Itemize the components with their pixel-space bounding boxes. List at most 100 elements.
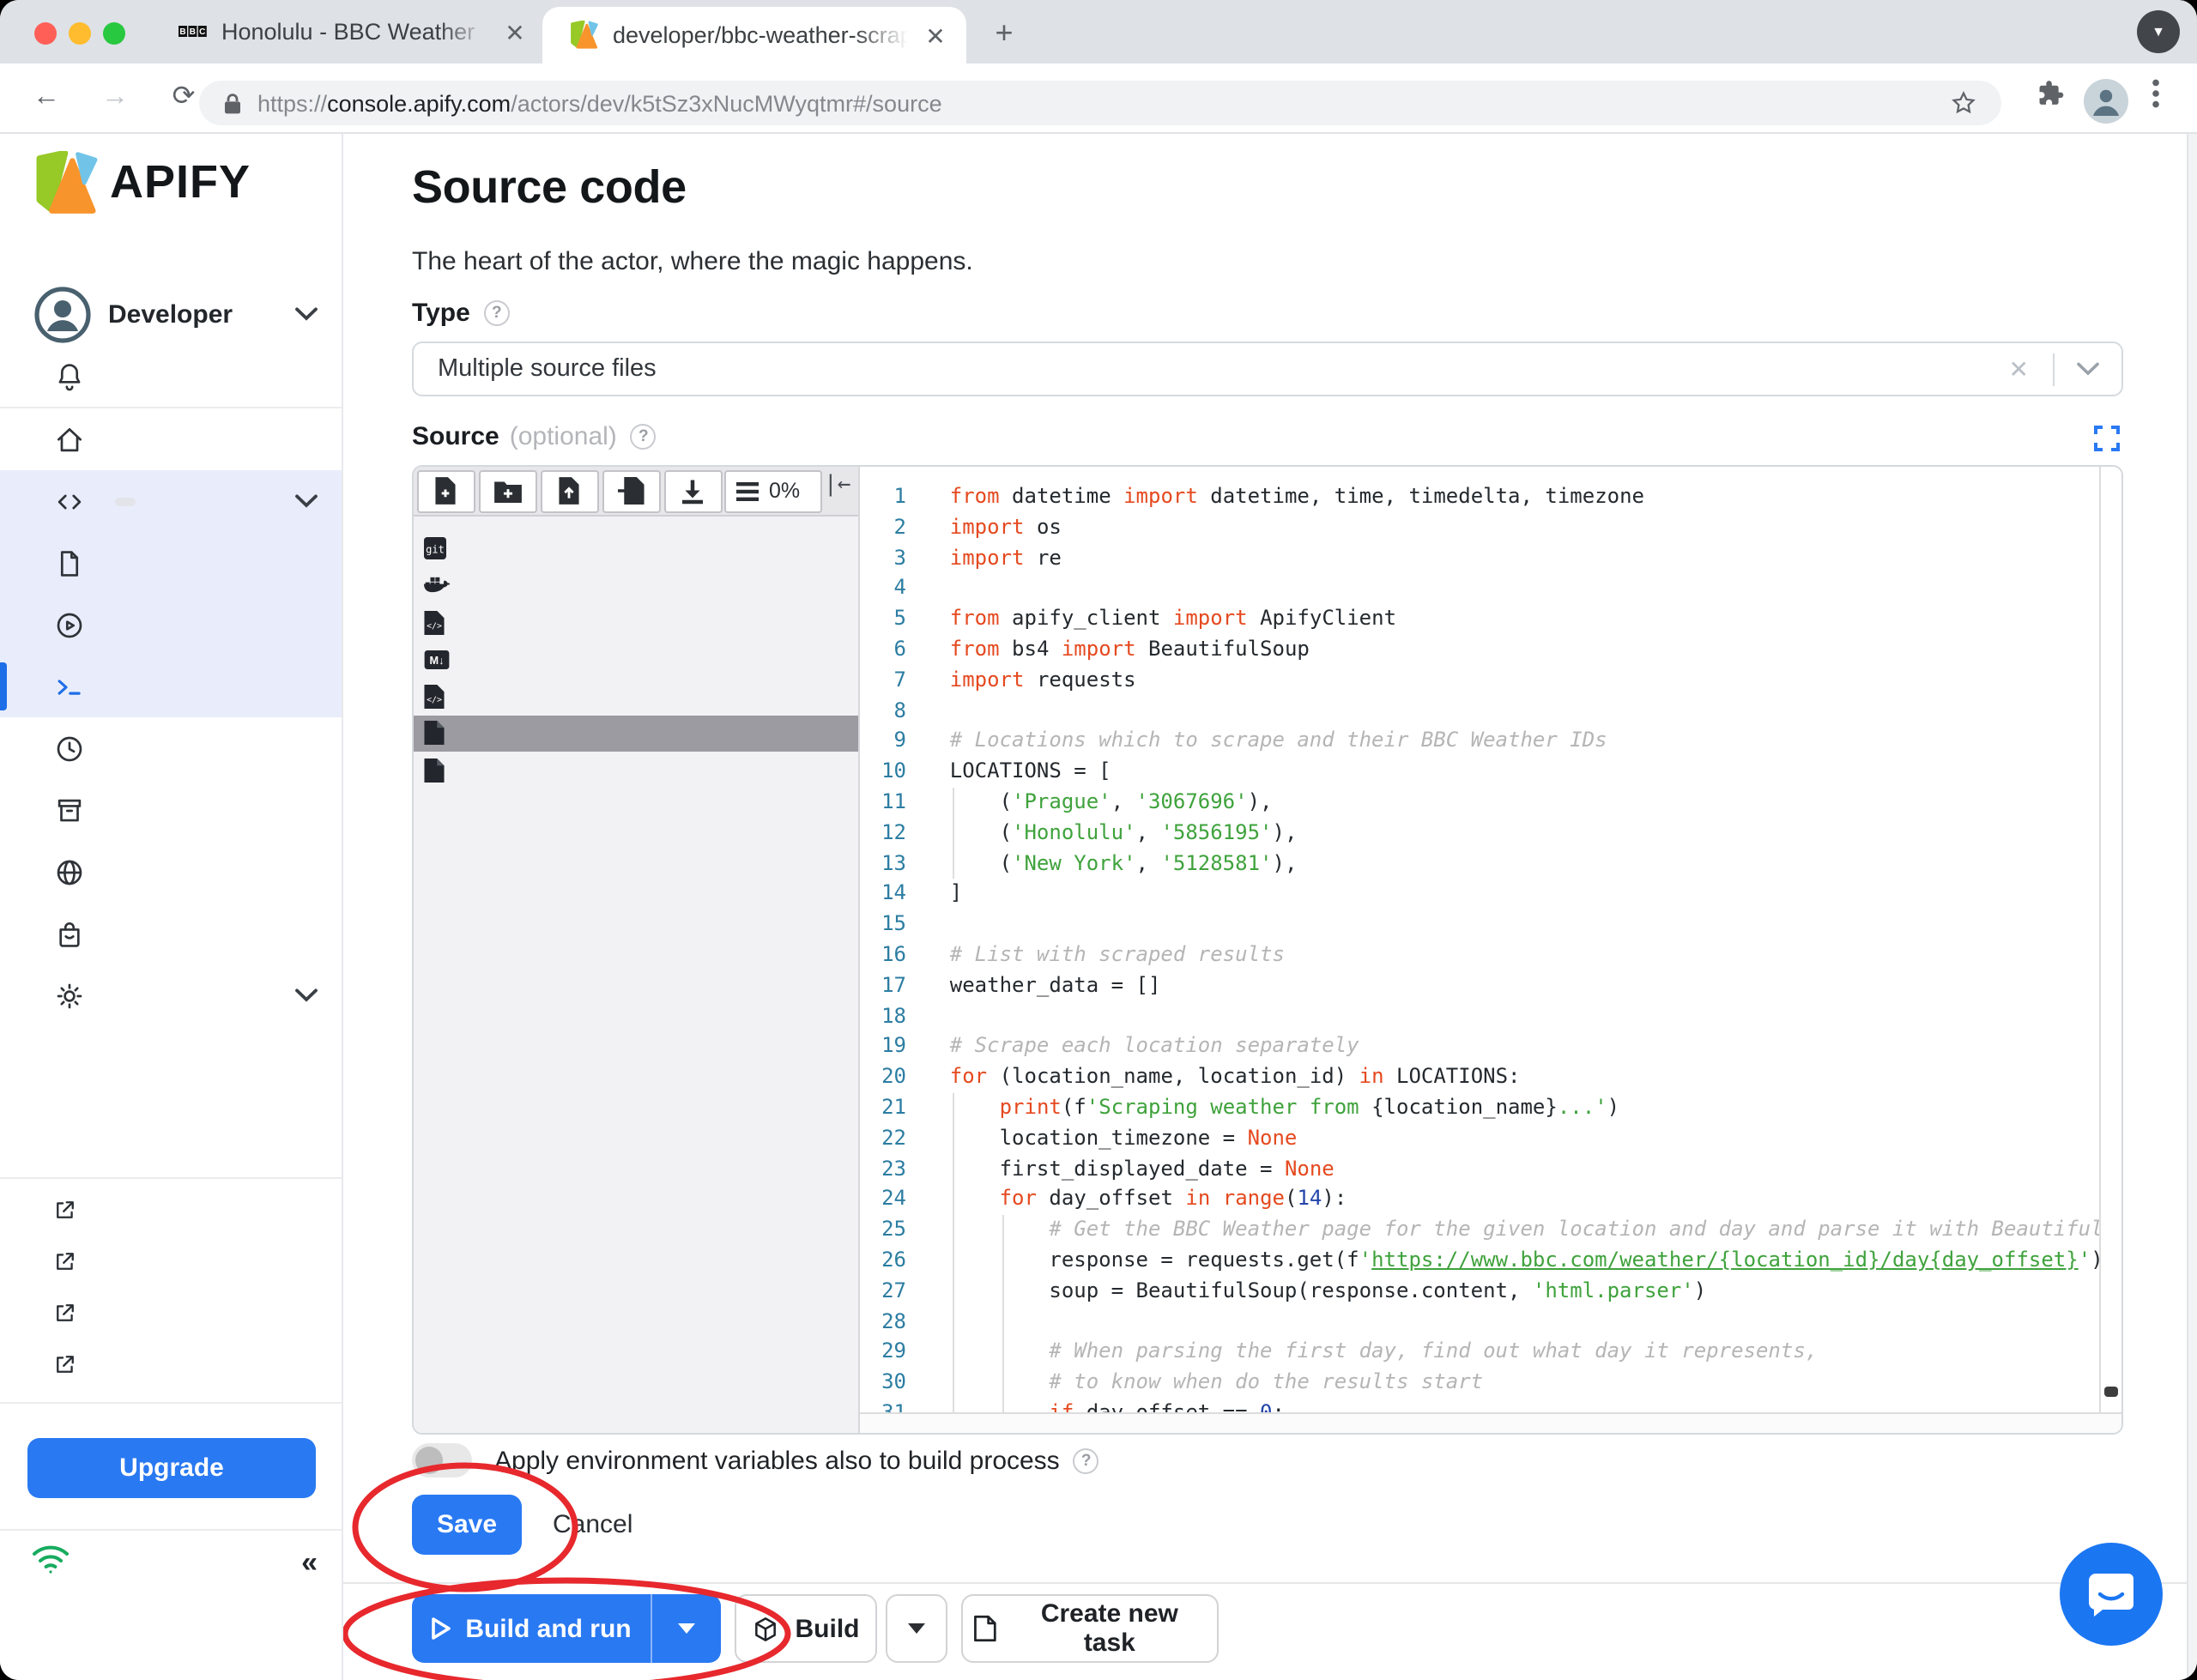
source-code-editor: 0% |← git </> M↓ </> 1 from datetime imp…	[412, 465, 2123, 1435]
tab-apify-console[interactable]: developer/bbc-weather-scrape ✕	[542, 7, 966, 63]
bookmark-star-icon[interactable]	[1950, 89, 1977, 117]
upload-file-button[interactable]	[540, 469, 598, 512]
sidebar-item-actors[interactable]	[0, 470, 342, 532]
window-menu-icon[interactable]: ▼	[2137, 10, 2180, 53]
file-item-INPUT_SCHEMA.json[interactable]: </>	[414, 604, 858, 641]
collapse-file-panel-icon[interactable]: |←	[824, 472, 850, 498]
sidebar-item-proxy[interactable]	[0, 841, 342, 903]
line-number: 14	[881, 880, 906, 905]
collapse-sidebar-button[interactable]: «	[301, 1545, 318, 1580]
editor-zoom-control[interactable]: 0%	[724, 469, 822, 512]
external-link-icon	[53, 1248, 77, 1279]
clear-select-icon[interactable]: ✕	[2009, 354, 2029, 384]
file-item-main.py[interactable]	[414, 715, 858, 752]
code-line-6: 6 from bs4 import BeautifulSoup	[860, 635, 2099, 666]
sidebar-item-custom-solutions[interactable]	[0, 903, 342, 964]
build-dropdown-button[interactable]	[886, 1594, 947, 1663]
apify-favicon-icon	[570, 21, 599, 50]
sidebar-item-settings[interactable]	[0, 964, 342, 1026]
page-scrollbar[interactable]	[2187, 134, 2197, 1680]
browser-menu-dots-icon[interactable]	[2152, 79, 2159, 108]
import-file-button[interactable]	[602, 469, 660, 512]
file-item-requirements.txt[interactable]	[414, 752, 858, 789]
code-line-14: 14]	[860, 879, 2099, 910]
code-line-23: 23 first_displayed_date = None	[860, 1154, 2099, 1185]
new-file-button[interactable]	[416, 469, 475, 512]
env-variables-toggle[interactable]	[412, 1443, 472, 1478]
cancel-button[interactable]: Cancel	[542, 1495, 643, 1555]
line-number: 25	[881, 1217, 906, 1242]
build-button[interactable]: Build	[735, 1594, 877, 1663]
page-title: Source code	[412, 161, 687, 213]
create-new-task-button[interactable]: Create new task	[961, 1594, 1219, 1663]
browser-avatar[interactable]	[2084, 79, 2128, 124]
line-number: 29	[881, 1339, 906, 1363]
gear-icon	[51, 978, 86, 1012]
apify-logo-icon	[34, 149, 100, 225]
fullscreen-expand-icon[interactable]	[2094, 426, 2120, 451]
sidebar-link-documentation[interactable]	[0, 1238, 342, 1290]
close-tab-icon[interactable]: ✕	[922, 23, 949, 47]
tab-bbc-weather[interactable]: BBC Honolulu - BBC Weather ✕	[179, 0, 529, 63]
file-item-Dockerfile[interactable]	[414, 567, 858, 604]
line-number: 31	[881, 1399, 906, 1412]
close-tab-icon[interactable]: ✕	[501, 20, 529, 44]
forward-button[interactable]: →	[96, 79, 134, 117]
external-link-icon	[53, 1351, 77, 1382]
editor-horizontal-scrollbar[interactable]	[860, 1412, 2121, 1433]
apify-logo[interactable]: APIFY	[0, 134, 342, 232]
sidebar-link-my-public-profile[interactable]	[0, 1341, 342, 1393]
sidebar-item-dashboard[interactable]	[0, 408, 342, 470]
sidebar-link-help-center[interactable]	[0, 1290, 342, 1341]
sidebar-link-apify-com[interactable]	[0, 1187, 342, 1238]
account-switcher[interactable]: Developer	[0, 283, 342, 345]
build-and-run-button[interactable]: Build and run	[412, 1594, 651, 1663]
indent-guide	[952, 1245, 954, 1277]
file-item-README.md[interactable]: M↓	[414, 641, 858, 678]
download-button[interactable]	[663, 469, 722, 512]
source-type-select[interactable]: Multiple source files ✕	[412, 341, 2123, 396]
build-and-run-dropdown-button[interactable]	[651, 1594, 721, 1663]
file-item-.gitignore[interactable]: git	[414, 530, 858, 567]
code-line-16: 16 # List with scraped results	[860, 940, 2099, 971]
bell-icon	[51, 359, 86, 393]
traffic-light-close[interactable]	[34, 21, 57, 44]
editor-vertical-scrollbar[interactable]	[2099, 467, 2121, 1412]
help-icon[interactable]: ?	[1073, 1447, 1099, 1473]
extensions-puzzle-icon[interactable]	[2036, 79, 2065, 108]
upgrade-button[interactable]: Upgrade	[27, 1437, 316, 1497]
scrollbar-thumb[interactable]	[2104, 1387, 2118, 1397]
line-number: 6	[893, 636, 906, 661]
address-bar[interactable]: https://console.apify.com/actors/dev/k5t…	[199, 81, 2001, 125]
traffic-light-minimize[interactable]	[69, 21, 91, 44]
sidebar-footer: «	[0, 1528, 342, 1680]
sidebar-item-notifications[interactable]	[0, 345, 342, 407]
help-icon[interactable]: ?	[630, 424, 657, 450]
sidebar-item-storage[interactable]	[0, 779, 342, 841]
sidebar-item-runs[interactable]	[0, 594, 342, 656]
support-chat-button[interactable]	[2060, 1543, 2163, 1646]
line-number: 20	[881, 1064, 906, 1089]
source-type-value: Multiple source files	[438, 355, 657, 383]
back-button[interactable]: ←	[27, 79, 65, 117]
code-line-4: 4	[860, 574, 2099, 605]
sidebar-item-development[interactable]	[0, 656, 342, 717]
file-item-apify.json[interactable]: </>	[414, 678, 858, 715]
sidebar-item-schedules[interactable]	[0, 717, 342, 779]
traffic-light-zoom[interactable]	[103, 21, 125, 44]
caret-down-icon	[908, 1623, 925, 1634]
browser-toolbar: ← → ⟳ https://console.apify.com/actors/d…	[0, 63, 2197, 134]
help-icon[interactable]: ?	[483, 300, 510, 326]
docker-file-icon	[424, 576, 450, 596]
code-line-21: 21 print(f'Scraping weather from {locati…	[860, 1092, 2099, 1124]
sidebar-item-tasks[interactable]	[0, 532, 342, 594]
code-area[interactable]: 1 from datetime import datetime, time, ti…	[860, 467, 2099, 1412]
code-line-29: 29 # When parsing the first day, find ou…	[860, 1337, 2099, 1369]
svg-text:</>: </>	[427, 621, 442, 631]
save-button[interactable]: Save	[412, 1495, 522, 1555]
file-toolbar: 0% |←	[414, 467, 858, 517]
chevron-down-icon[interactable]	[2077, 354, 2099, 384]
new-tab-button[interactable]: +	[985, 14, 1023, 51]
reload-button[interactable]: ⟳	[165, 79, 203, 117]
new-folder-button[interactable]	[478, 469, 536, 512]
